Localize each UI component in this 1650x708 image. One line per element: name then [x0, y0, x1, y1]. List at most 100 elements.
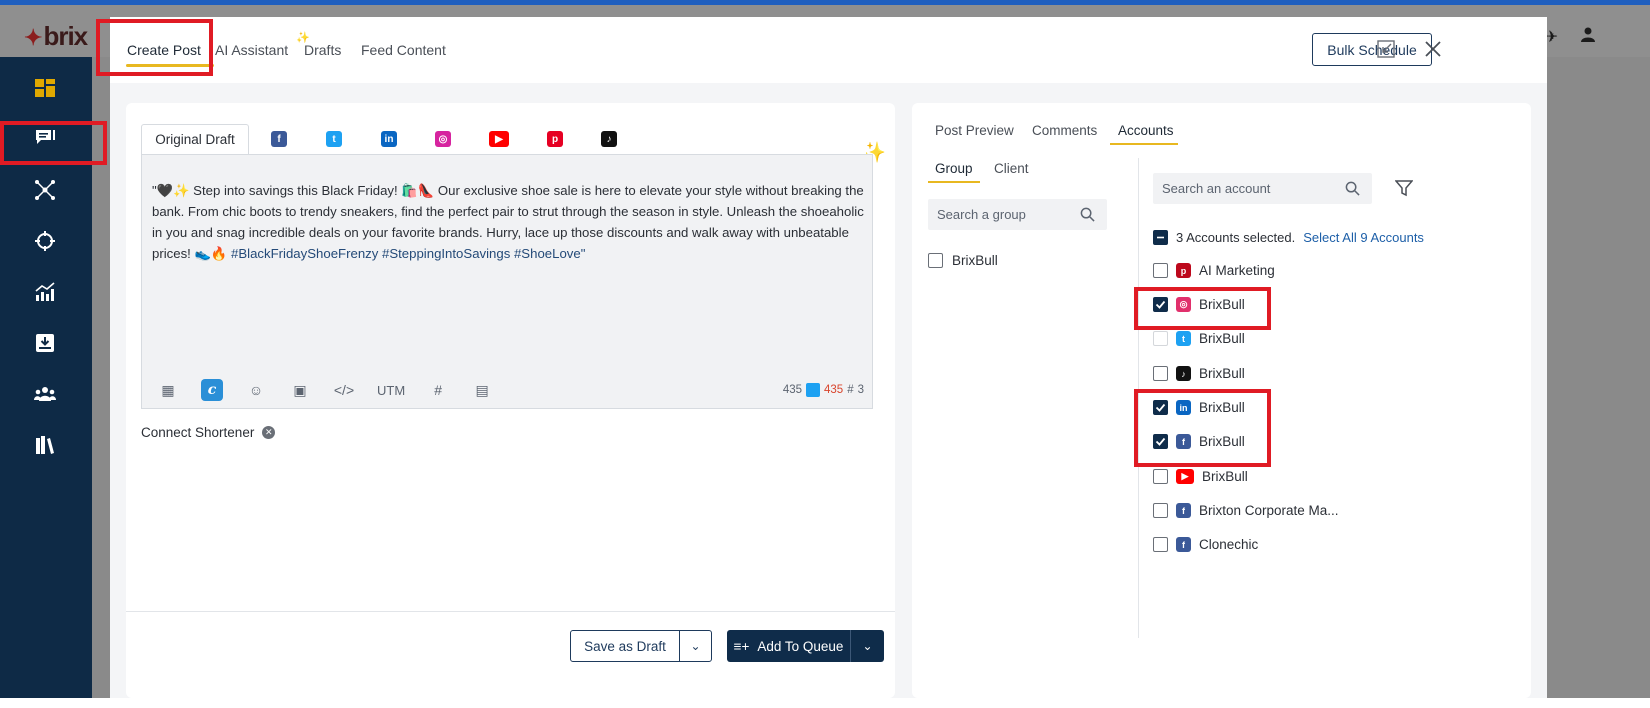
- youtube-icon[interactable]: ▶: [489, 131, 509, 147]
- linkedin-icon: in: [1176, 400, 1191, 415]
- account-name: BrixBull: [1199, 331, 1245, 346]
- instagram-icon[interactable]: ◎: [435, 131, 451, 147]
- editor-toolbar: ▦ c ☺ ▣ </> UTM # ▤: [157, 375, 515, 405]
- instagram-icon: ◎: [1176, 297, 1191, 312]
- sidebar-item-publish[interactable]: [22, 121, 68, 155]
- account-row[interactable]: in BrixBull: [1153, 400, 1245, 415]
- account-row[interactable]: ♪ BrixBull: [1153, 366, 1245, 381]
- sidebar-item-target[interactable]: [22, 224, 68, 258]
- network-icon: [35, 180, 55, 200]
- search-icon[interactable]: [1080, 207, 1095, 222]
- twitter-icon: t: [1176, 331, 1191, 346]
- tab-comments[interactable]: Comments: [1032, 123, 1097, 138]
- footer-divider: [126, 611, 895, 612]
- tab-group[interactable]: Group: [935, 161, 973, 176]
- account-row[interactable]: f Clonechic: [1153, 537, 1258, 552]
- tab-feed-content[interactable]: Feed Content: [361, 42, 446, 58]
- select-all-link[interactable]: Select All 9 Accounts: [1303, 230, 1424, 245]
- connect-shortener[interactable]: Connect Shortener ✕: [141, 425, 276, 440]
- sidebar-item-dashboard[interactable]: [22, 71, 68, 105]
- canva-icon[interactable]: c: [201, 379, 223, 401]
- account-row[interactable]: f BrixBull: [1153, 434, 1245, 449]
- image-search-icon[interactable]: ▣: [289, 379, 311, 401]
- account-search-input[interactable]: [1162, 173, 1337, 204]
- account-checkbox[interactable]: [1153, 366, 1168, 381]
- account-row[interactable]: ◎ BrixBull: [1153, 297, 1245, 312]
- account-checkbox[interactable]: [1153, 503, 1168, 518]
- filter-icon[interactable]: [1395, 179, 1413, 197]
- tiktok-icon[interactable]: ♪: [601, 131, 617, 147]
- accounts-card: Post Preview Comments Accounts Group Cli…: [912, 103, 1531, 698]
- sidebar-item-analytics[interactable]: [22, 275, 68, 309]
- minimize-icon[interactable]: [1376, 39, 1396, 59]
- account-row[interactable]: p AI Marketing: [1153, 263, 1275, 278]
- modal-header: Create Post AI Assistant ✨ Drafts Feed C…: [110, 17, 1547, 83]
- tab-original-draft[interactable]: Original Draft: [141, 124, 249, 154]
- chevron-down-icon[interactable]: ⌄: [680, 631, 711, 661]
- chevron-down-icon[interactable]: ⌄: [851, 630, 884, 662]
- twitter-count-icon: [806, 383, 820, 397]
- top-right-icons: ✈: [1545, 26, 1596, 47]
- tab-accounts[interactable]: Accounts: [1118, 123, 1174, 138]
- tab-client[interactable]: Client: [994, 161, 1029, 176]
- add-to-queue-label: Add To Queue: [757, 638, 844, 654]
- group-item[interactable]: BrixBull: [928, 253, 998, 268]
- linkedin-icon[interactable]: in: [381, 131, 397, 147]
- hashtag-count-icon: #: [847, 384, 854, 396]
- group-checkbox[interactable]: [928, 253, 943, 268]
- utm-button[interactable]: UTM: [377, 379, 405, 401]
- add-to-queue-main[interactable]: ≡+ Add To Queue: [727, 630, 851, 662]
- sidebar-item-inbox[interactable]: [22, 326, 68, 360]
- group-search[interactable]: [928, 199, 1107, 230]
- account-checkbox[interactable]: [1153, 469, 1168, 484]
- account-name: BrixBull: [1202, 469, 1248, 484]
- select-all-checkbox[interactable]: [1153, 230, 1168, 245]
- account-checkbox[interactable]: [1153, 400, 1168, 415]
- sidebar-item-network[interactable]: [22, 173, 68, 207]
- facebook-icon: f: [1176, 503, 1191, 518]
- post-content: "🖤✨ Step into savings this Black Friday!…: [152, 180, 864, 264]
- sidebar-item-team[interactable]: [22, 377, 68, 411]
- account-checkbox[interactable]: [1153, 297, 1168, 312]
- account-checkbox[interactable]: [1153, 537, 1168, 552]
- account-row[interactable]: t BrixBull: [1153, 331, 1245, 346]
- account-name: BrixBull: [1199, 400, 1245, 415]
- search-icon[interactable]: [1345, 181, 1360, 196]
- media-library-icon[interactable]: ▦: [157, 379, 179, 401]
- account-checkbox[interactable]: [1153, 263, 1168, 278]
- save-draft-label[interactable]: Save as Draft: [571, 631, 680, 661]
- logo-text: brix: [43, 21, 88, 51]
- template-icon[interactable]: ▤: [471, 379, 493, 401]
- analytics-icon: [35, 282, 55, 301]
- group-search-input[interactable]: [937, 199, 1077, 230]
- tab-ai-assistant[interactable]: AI Assistant: [215, 42, 288, 58]
- sidebar: [0, 57, 92, 698]
- account-checkbox[interactable]: [1153, 331, 1168, 346]
- facebook-icon[interactable]: f: [271, 131, 287, 147]
- tab-post-preview[interactable]: Post Preview: [935, 123, 1014, 138]
- tab-create-post[interactable]: Create Post: [127, 42, 201, 58]
- selected-count: 3 Accounts selected.: [1176, 230, 1296, 245]
- post-text-area[interactable]: "🖤✨ Step into savings this Black Friday!…: [141, 154, 873, 409]
- account-checkbox[interactable]: [1153, 434, 1168, 449]
- code-icon[interactable]: </>: [333, 379, 355, 401]
- account-row[interactable]: ▶ BrixBull: [1153, 469, 1248, 484]
- download-box-icon: [36, 334, 54, 352]
- account-name: BrixBull: [1199, 297, 1245, 312]
- account-row[interactable]: f Brixton Corporate Ma...: [1153, 503, 1339, 518]
- remove-x-icon[interactable]: ✕: [262, 426, 276, 439]
- bulk-schedule-button[interactable]: Bulk Schedule: [1312, 33, 1432, 66]
- twitter-icon[interactable]: t: [326, 131, 342, 147]
- tab-drafts[interactable]: Drafts: [304, 42, 341, 58]
- emoji-icon[interactable]: ☺: [245, 379, 267, 401]
- account-search[interactable]: [1153, 173, 1372, 204]
- facebook-icon: f: [1176, 434, 1191, 449]
- pinterest-icon[interactable]: p: [547, 131, 563, 147]
- close-icon[interactable]: [1423, 39, 1443, 59]
- sidebar-item-library[interactable]: [22, 428, 68, 462]
- save-as-draft-button[interactable]: Save as Draft ⌄: [570, 630, 712, 662]
- brand-logo[interactable]: ✦brix: [24, 21, 88, 52]
- add-to-queue-button[interactable]: ≡+ Add To Queue ⌄: [727, 630, 884, 662]
- hashtag-icon[interactable]: #: [427, 379, 449, 401]
- user-icon[interactable]: [1580, 26, 1596, 47]
